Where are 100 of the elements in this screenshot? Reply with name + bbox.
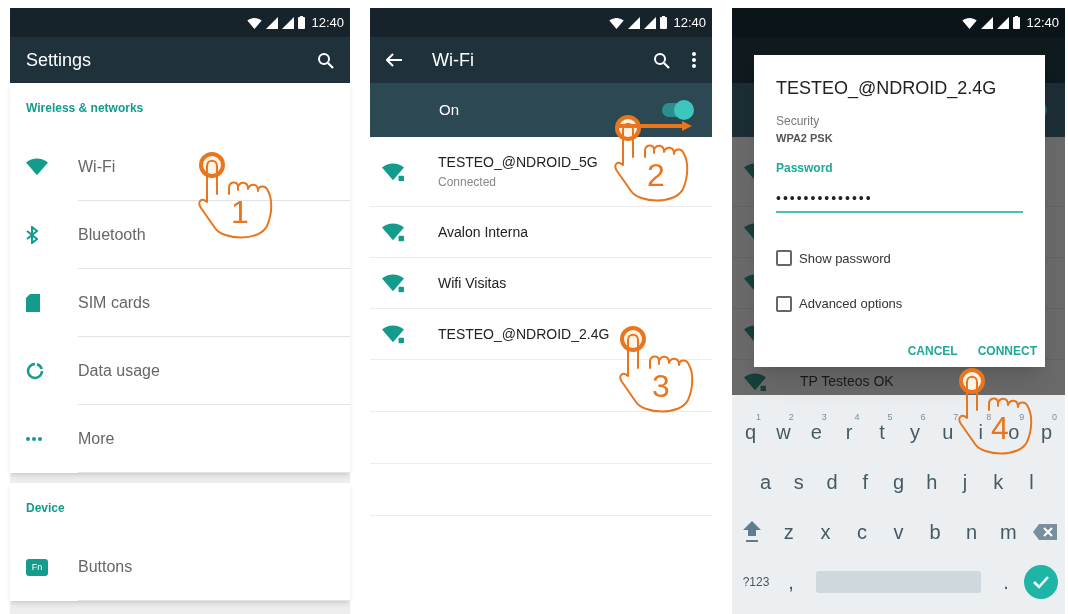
keyboard-key[interactable]: , <box>778 557 804 607</box>
signal-icon <box>282 16 295 29</box>
settings-item[interactable]: More <box>78 426 115 451</box>
keyboard-key[interactable]: j <box>948 457 982 507</box>
signal-icon <box>981 16 994 29</box>
icon-label: Fn <box>31 562 43 572</box>
network-name: TESTEO_@NDROID_2.4G <box>438 324 610 344</box>
key-hint: 0 <box>1052 411 1058 424</box>
status-time: 12:40 <box>673 13 706 32</box>
keyboard-key[interactable]: a <box>749 457 783 507</box>
keyboard-key[interactable]: w 2 <box>766 407 800 457</box>
check-key-icon[interactable] <box>1024 565 1058 599</box>
keyboard-key[interactable]: s <box>782 457 816 507</box>
wifi-icon <box>609 16 625 29</box>
wifi-lock-icon <box>744 371 766 392</box>
keyboard-key[interactable]: y 6 <box>898 407 932 457</box>
sim-card-icon <box>26 294 40 312</box>
network-name: TESTEO_@NDROID_5G <box>438 153 598 172</box>
step-number: 2 <box>647 159 665 191</box>
signal-icon <box>628 16 641 29</box>
settings-item[interactable]: Buttons <box>78 554 133 579</box>
checkbox[interactable] <box>776 295 792 312</box>
wifi-icon <box>247 16 263 29</box>
key-hint: 9 <box>1019 411 1025 424</box>
signal-icon <box>997 16 1010 29</box>
settings-item[interactable]: SIM cards <box>78 290 150 315</box>
arrow-icon <box>618 121 692 131</box>
wifi-lock-icon <box>382 222 404 242</box>
keyboard-key[interactable]: m <box>989 507 1027 557</box>
key-hint: 5 <box>887 411 893 424</box>
keyboard-key[interactable]: e 3 <box>799 407 833 457</box>
network-name: TP Testeos OK <box>800 372 894 391</box>
checkbox[interactable] <box>776 250 792 267</box>
wifi-lock-icon <box>382 161 404 182</box>
signal-icon <box>644 16 657 29</box>
keyboard-key[interactable]: u 7 <box>931 407 965 457</box>
step-number: 3 <box>652 370 670 402</box>
key-hint: 2 <box>788 411 794 424</box>
keyboard-key[interactable]: x <box>807 507 844 557</box>
backspace-key-icon[interactable] <box>1032 524 1057 540</box>
signal-icon <box>266 16 279 29</box>
network-item[interactable]: Avalon Interna <box>370 207 712 258</box>
dialog-title: TESTEO_@NDROID_2.4G <box>776 77 998 101</box>
security-value: WPA2 PSK <box>776 131 834 146</box>
password-field[interactable]: •••••••••••••• <box>776 184 1023 213</box>
battery-icon <box>1013 16 1021 29</box>
step-number: 4 <box>991 412 1009 444</box>
toolbar-title: Wi-Fi <box>432 48 475 72</box>
keyboard-key[interactable]: d <box>815 457 849 507</box>
back-arrow-icon[interactable] <box>386 53 402 67</box>
symbols-key[interactable]: ?123 <box>734 557 778 607</box>
search-icon[interactable] <box>653 51 670 69</box>
wifi-icon <box>962 16 978 29</box>
switch-label: On <box>439 99 459 120</box>
search-icon[interactable] <box>317 51 334 69</box>
keyboard-key[interactable]: q 1 <box>734 407 767 457</box>
keyboard-key[interactable]: z <box>770 507 808 557</box>
dots-icon <box>26 437 42 441</box>
keyboard-key[interactable]: f <box>848 457 882 507</box>
keyboard-key[interactable]: r 4 <box>832 407 866 457</box>
keyboard-key[interactable]: h <box>915 457 949 507</box>
password-label: Password <box>776 159 834 177</box>
network-name: Wifi Visitas <box>438 273 507 293</box>
section-header: Wireless & networks <box>26 100 144 117</box>
keyboard-key[interactable]: k <box>981 457 1015 507</box>
keyboard-key[interactable]: n <box>953 507 990 557</box>
key-hint: 4 <box>854 411 860 424</box>
keyboard-key[interactable]: t 5 <box>865 407 899 457</box>
keyboard-key[interactable]: p 0 <box>1030 407 1064 457</box>
wifi-lock-icon <box>382 324 404 344</box>
keyboard-key[interactable]: . <box>993 557 1019 607</box>
network-name: Avalon Interna <box>438 222 529 242</box>
bluetooth-icon <box>26 226 38 244</box>
keyboard-key[interactable]: g <box>881 457 916 507</box>
shift-key-icon[interactable] <box>743 521 762 543</box>
network-status: Connected <box>438 174 498 191</box>
status-time: 12:40 <box>1026 13 1059 32</box>
keyboard-key[interactable]: b <box>916 507 954 557</box>
security-label: Security <box>776 113 821 130</box>
key-hint: 3 <box>821 411 827 424</box>
checkbox-label: Show password <box>799 249 891 268</box>
settings-item[interactable]: Wi-Fi <box>78 154 116 179</box>
key-hint: 6 <box>920 411 926 424</box>
wifi-icon <box>26 157 48 177</box>
wifi-lock-icon <box>382 273 404 293</box>
settings-item[interactable]: Data usage <box>78 358 160 383</box>
status-time: 12:40 <box>311 13 344 32</box>
section-header: Device <box>26 500 65 517</box>
checkbox-label: Advanced options <box>799 295 903 313</box>
network-item[interactable]: Wifi Visitas <box>370 258 712 309</box>
more-vert-icon[interactable] <box>692 52 696 68</box>
keyboard-key[interactable]: l <box>1014 457 1048 507</box>
settings-item[interactable]: Bluetooth <box>78 222 146 247</box>
network-item[interactable]: TESTEO_@NDROID_2.4G <box>370 309 712 360</box>
keyboard-key[interactable]: c <box>843 507 881 557</box>
toolbar-title: Settings <box>26 48 92 72</box>
step-number: 1 <box>231 196 249 228</box>
keyboard-key[interactable]: v <box>880 507 917 557</box>
battery-icon <box>298 16 306 29</box>
toggle-switch[interactable] <box>660 100 694 120</box>
